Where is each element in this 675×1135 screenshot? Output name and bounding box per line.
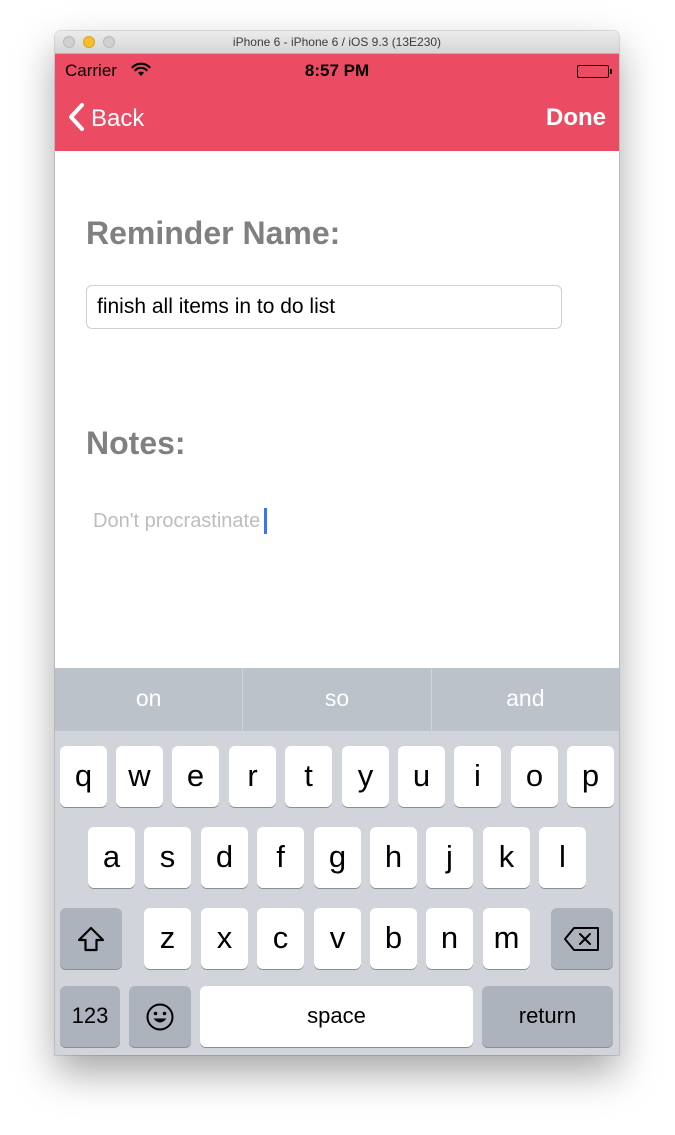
key-g[interactable]: g xyxy=(314,827,361,888)
reminder-form: Reminder Name: Notes: Don't procrastinat… xyxy=(55,151,619,668)
reminder-name-field[interactable] xyxy=(86,285,562,329)
phone-screen: Carrier 8:57 PM Back Done Reminder Name:… xyxy=(55,54,619,1055)
battery-icon xyxy=(577,65,612,78)
done-button[interactable]: Done xyxy=(546,104,606,132)
key-h[interactable]: h xyxy=(370,827,417,888)
suggestion-item[interactable]: so xyxy=(243,668,432,731)
back-label: Back xyxy=(91,105,145,132)
keyboard: on so and q w e r t y u i o p a s d f g … xyxy=(55,668,619,1055)
key-m[interactable]: m xyxy=(483,908,530,969)
close-window-button[interactable] xyxy=(63,36,75,48)
key-u[interactable]: u xyxy=(398,746,445,807)
status-time: 8:57 PM xyxy=(304,61,370,80)
window-title: iPhone 6 - iPhone 6 / iOS 9.3 (13E230) xyxy=(232,35,442,49)
key-r[interactable]: r xyxy=(229,746,276,807)
key-c[interactable]: c xyxy=(257,908,304,969)
shift-key[interactable] xyxy=(60,908,122,969)
key-e[interactable]: e xyxy=(172,746,219,807)
back-button[interactable]: Back xyxy=(67,102,144,136)
minimize-window-button[interactable] xyxy=(83,36,95,48)
key-b[interactable]: b xyxy=(370,908,417,969)
key-y[interactable]: y xyxy=(342,746,389,807)
key-v[interactable]: v xyxy=(314,908,361,969)
predictive-suggestions: on so and xyxy=(55,668,619,731)
notes-placeholder: Don't procrastinate xyxy=(93,509,261,532)
key-k[interactable]: k xyxy=(483,827,530,888)
key-n[interactable]: n xyxy=(426,908,473,969)
key-l[interactable]: l xyxy=(539,827,586,888)
key-p[interactable]: p xyxy=(567,746,614,807)
reminder-name-label: Reminder Name: xyxy=(86,215,341,251)
window-titlebar: iPhone 6 - iPhone 6 / iOS 9.3 (13E230) xyxy=(55,31,619,54)
numbers-key[interactable]: 123 xyxy=(60,986,120,1047)
return-key[interactable]: return xyxy=(482,986,613,1047)
notes-label: Notes: xyxy=(86,425,186,461)
navigation-bar: Carrier 8:57 PM Back Done xyxy=(55,54,619,151)
key-t[interactable]: t xyxy=(285,746,332,807)
key-x[interactable]: x xyxy=(201,908,248,969)
key-o[interactable]: o xyxy=(511,746,558,807)
suggestion-item[interactable]: on xyxy=(55,668,244,731)
key-d[interactable]: d xyxy=(201,827,248,888)
key-w[interactable]: w xyxy=(116,746,163,807)
suggestion-item[interactable]: and xyxy=(432,668,619,731)
space-key[interactable]: space xyxy=(200,986,473,1047)
key-f[interactable]: f xyxy=(257,827,304,888)
notes-field[interactable]: Don't procrastinate xyxy=(93,506,268,536)
key-z[interactable]: z xyxy=(144,908,191,969)
emoji-key[interactable] xyxy=(129,986,191,1047)
text-cursor xyxy=(264,508,268,534)
chevron-left-icon xyxy=(67,102,85,137)
key-j[interactable]: j xyxy=(426,827,473,888)
key-i[interactable]: i xyxy=(454,746,501,807)
key-a[interactable]: a xyxy=(88,827,135,888)
key-s[interactable]: s xyxy=(144,827,191,888)
simulator-window: iPhone 6 - iPhone 6 / iOS 9.3 (13E230) C… xyxy=(55,31,619,1055)
backspace-key[interactable] xyxy=(551,908,613,969)
zoom-window-button[interactable] xyxy=(103,36,115,48)
key-q[interactable]: q xyxy=(60,746,107,807)
